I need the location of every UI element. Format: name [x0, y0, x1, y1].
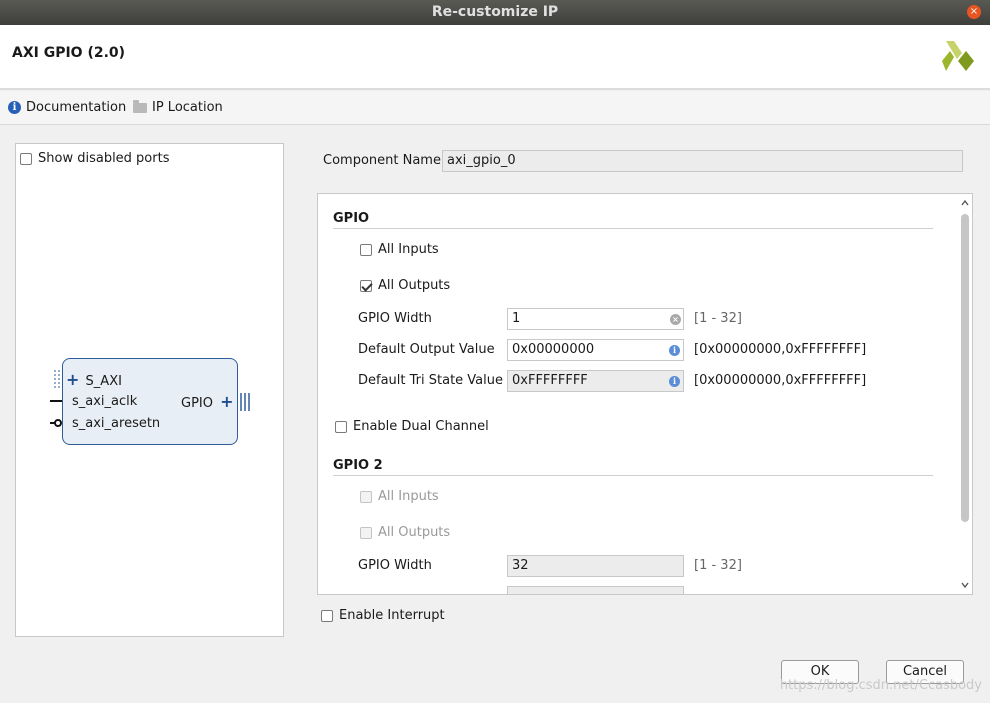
- dialog-header: AXI GPIO (2.0): [0, 25, 990, 90]
- scrollbar-thumb[interactable]: [961, 214, 969, 522]
- tri-state-value: 0xFFFFFFFF: [512, 373, 588, 388]
- gpio2-default-output-input: [507, 586, 684, 594]
- enable-dual-channel-label: Enable Dual Channel: [353, 419, 489, 434]
- s-axi-port[interactable]: + S_AXI: [66, 370, 122, 389]
- default-output-range: [0x00000000,0xFFFFFFFF]: [694, 342, 867, 357]
- vertical-scrollbar[interactable]: [960, 198, 970, 590]
- gpio-bus-connector-icon: [240, 393, 250, 411]
- gpio2-width-range: [1 - 32]: [694, 558, 742, 573]
- component-name-label: Component Name: [323, 153, 441, 168]
- default-output-value: 0x00000000: [512, 342, 595, 357]
- default-output-input[interactable]: 0x00000000: [507, 339, 684, 361]
- enable-dual-channel-option[interactable]: Enable Dual Channel: [335, 419, 489, 434]
- gpio-section-divider: [333, 228, 933, 229]
- gpio-all-outputs-checkbox[interactable]: [360, 279, 372, 292]
- gpio-all-outputs-option[interactable]: All Outputs: [360, 278, 450, 293]
- default-output-label: Default Output Value: [358, 342, 495, 357]
- gpio-port[interactable]: GPIO +: [181, 392, 234, 411]
- ip-title: AXI GPIO (2.0): [12, 45, 126, 61]
- expand-plus-icon[interactable]: +: [66, 370, 79, 389]
- show-disabled-ports-option[interactable]: Show disabled ports: [20, 151, 169, 166]
- config-scroll-panel[interactable]: GPIO All Inputs All Outputs GPIO Width 1…: [317, 193, 973, 595]
- show-disabled-ports-label: Show disabled ports: [38, 151, 170, 166]
- scroll-down-icon[interactable]: [960, 580, 970, 590]
- s-axi-port-label: S_AXI: [85, 374, 122, 389]
- watermark: https://blog.csdn.net/Ccasbody: [779, 678, 982, 693]
- toolbar: i Documentation IP Location: [0, 91, 990, 125]
- enable-interrupt-option[interactable]: Enable Interrupt: [321, 608, 445, 623]
- enable-interrupt-label: Enable Interrupt: [339, 608, 445, 623]
- enable-interrupt-checkbox[interactable]: [321, 609, 333, 622]
- folder-icon: [133, 99, 147, 113]
- documentation-label: Documentation: [26, 100, 127, 115]
- gpio2-all-outputs-checkbox: [360, 526, 372, 539]
- enable-dual-channel-checkbox[interactable]: [335, 420, 347, 433]
- info-icon[interactable]: i: [669, 345, 680, 356]
- s-axi-aresetn-port: s_axi_aresetn: [72, 416, 161, 431]
- clear-icon[interactable]: ×: [670, 314, 681, 325]
- gpio-width-range: [1 - 32]: [694, 311, 742, 326]
- documentation-menu[interactable]: i Documentation: [8, 100, 126, 115]
- info-icon[interactable]: i: [669, 376, 680, 387]
- tri-state-input[interactable]: 0xFFFFFFFF: [507, 370, 684, 392]
- expand-plus-icon[interactable]: +: [220, 392, 233, 411]
- gpio2-all-outputs-label: All Outputs: [378, 525, 451, 540]
- gpio-all-inputs-option[interactable]: All Inputs: [360, 242, 439, 257]
- info-icon: i: [8, 101, 21, 114]
- component-name-field[interactable]: axi_gpio_0: [442, 150, 963, 172]
- gpio-all-inputs-label: All Inputs: [378, 242, 439, 257]
- gpio2-section-title: GPIO 2: [333, 458, 383, 473]
- tri-state-label: Default Tri State Value: [358, 373, 503, 388]
- window-titlebar: Re-customize IP: [0, 0, 990, 25]
- gpio2-section-divider: [333, 475, 933, 476]
- tri-state-range: [0x00000000,0xFFFFFFFF]: [694, 373, 867, 388]
- show-disabled-ports-checkbox[interactable]: [20, 152, 32, 165]
- scroll-up-icon[interactable]: [960, 198, 970, 208]
- gpio2-all-inputs-checkbox: [360, 490, 372, 503]
- gpio-port-label: GPIO: [181, 396, 213, 411]
- gpio2-width-value: 32: [512, 558, 529, 573]
- gpio2-all-inputs-option: All Inputs: [360, 489, 439, 504]
- gpio-width-value: 1: [512, 311, 521, 326]
- ip-location-menu[interactable]: IP Location: [133, 99, 223, 115]
- gpio-all-outputs-label: All Outputs: [378, 278, 451, 293]
- gpio2-width-input: 32: [507, 555, 684, 577]
- gpio-width-label: GPIO Width: [358, 311, 432, 326]
- gpio-all-inputs-checkbox[interactable]: [360, 243, 372, 256]
- gpio2-width-label: GPIO Width: [358, 558, 432, 573]
- gpio-width-input[interactable]: 1: [507, 308, 684, 330]
- gpio-section-title: GPIO: [333, 211, 370, 226]
- s-axi-aclk-port: s_axi_aclk: [72, 394, 138, 409]
- gpio2-all-inputs-label: All Inputs: [378, 489, 439, 504]
- ip-location-label: IP Location: [152, 100, 223, 115]
- xilinx-logo-icon: [942, 41, 974, 71]
- gpio2-all-outputs-option: All Outputs: [360, 525, 450, 540]
- close-icon[interactable]: ×: [967, 5, 981, 19]
- window-title: Re-customize IP: [431, 4, 559, 20]
